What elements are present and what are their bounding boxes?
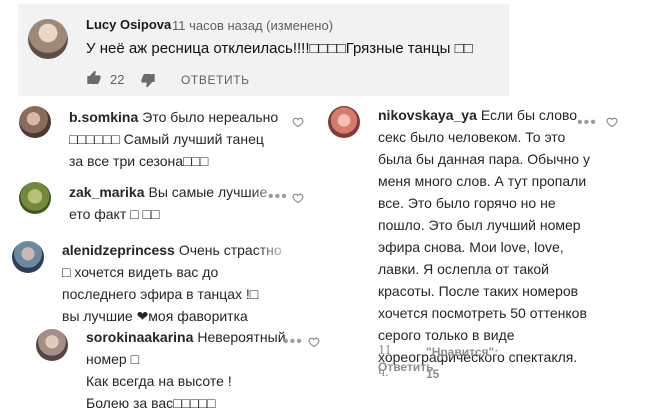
comment-username[interactable]: nikovskaya_ya bbox=[378, 107, 477, 123]
comment-line: лавки. Я ослепла от такой bbox=[378, 261, 549, 277]
comment-username[interactable]: alenidzeprincess bbox=[62, 242, 175, 258]
more-dots-icon[interactable]: ••• bbox=[577, 112, 597, 134]
more-dots-icon[interactable]: ••• bbox=[283, 331, 303, 353]
comment-line: Это было нереально bbox=[142, 109, 279, 125]
comment-line: эфира снова. Мои love, love, bbox=[378, 239, 564, 255]
avatar[interactable] bbox=[328, 106, 360, 138]
comment-line: все. Это было горячо но не bbox=[378, 195, 556, 211]
avatar[interactable] bbox=[19, 106, 51, 138]
comment-line: последнего эфира в танцах !□ bbox=[62, 286, 259, 302]
thumbs-up-icon[interactable] bbox=[86, 70, 102, 86]
text-fade bbox=[256, 240, 294, 260]
comment-line: □ хочется видеть вас до bbox=[62, 264, 219, 280]
comment-line: номер □ bbox=[86, 351, 140, 367]
heart-outline-icon[interactable] bbox=[292, 116, 304, 128]
comment-line: ето факт □ □□ bbox=[69, 206, 160, 222]
comment-username[interactable]: sorokinaakarina bbox=[86, 329, 193, 345]
avatar[interactable] bbox=[36, 329, 68, 361]
comment-line: пошло. Это был лучший номер bbox=[378, 217, 581, 233]
heart-outline-icon[interactable] bbox=[308, 336, 320, 348]
comment-line: за все три сезона□□□ bbox=[69, 153, 209, 169]
comment-line: Если бы слово bbox=[480, 107, 578, 123]
comment-username[interactable]: b.somkina bbox=[69, 109, 138, 125]
likes-count[interactable]: "Нравится": 15 bbox=[426, 341, 498, 385]
heart-outline-icon[interactable] bbox=[292, 192, 304, 204]
comment-line: секс было человеком. То это bbox=[378, 129, 566, 145]
avatar[interactable] bbox=[28, 19, 68, 59]
thumbs-down-icon[interactable] bbox=[140, 72, 156, 88]
comment-username[interactable]: zak_marika bbox=[69, 184, 145, 200]
comment-line: Болею за вас□□□□□ bbox=[86, 395, 216, 411]
youtube-comment: Lucy Osipova 11 часов назад (изменено) У… bbox=[18, 4, 509, 96]
comment-text: У неё аж ресница отклеилась!!!!□□□□Грязн… bbox=[86, 40, 473, 57]
reply-button[interactable]: ОТВЕТИТЬ bbox=[181, 73, 250, 87]
comment-line: □□□□□□ Самый лучший танец bbox=[69, 131, 264, 147]
comment-line: Невероятный bbox=[197, 329, 286, 345]
comment-line: меня много слов. А тут пропали bbox=[378, 173, 587, 189]
comment-line: хочется посмотреть 50 оттенков bbox=[378, 305, 587, 321]
comment-line: красоты. После таких номеров bbox=[378, 283, 579, 299]
comment-author[interactable]: Lucy Osipova bbox=[86, 17, 171, 32]
avatar[interactable] bbox=[12, 241, 44, 273]
comment-line: вы лучшие ❤моя фаворитка bbox=[62, 308, 248, 324]
heart-outline-icon[interactable] bbox=[606, 116, 618, 128]
comment-line: Как всегда на высоте ! bbox=[86, 373, 232, 389]
like-count: 22 bbox=[110, 72, 125, 87]
more-dots-icon[interactable]: ••• bbox=[268, 186, 288, 208]
comment-time[interactable]: 11 часов назад (изменено) bbox=[172, 18, 333, 33]
comment-line: была бы данная пара. Обычно у bbox=[378, 151, 590, 167]
avatar[interactable] bbox=[19, 182, 51, 214]
reply-button[interactable]: Ответить bbox=[378, 356, 433, 378]
